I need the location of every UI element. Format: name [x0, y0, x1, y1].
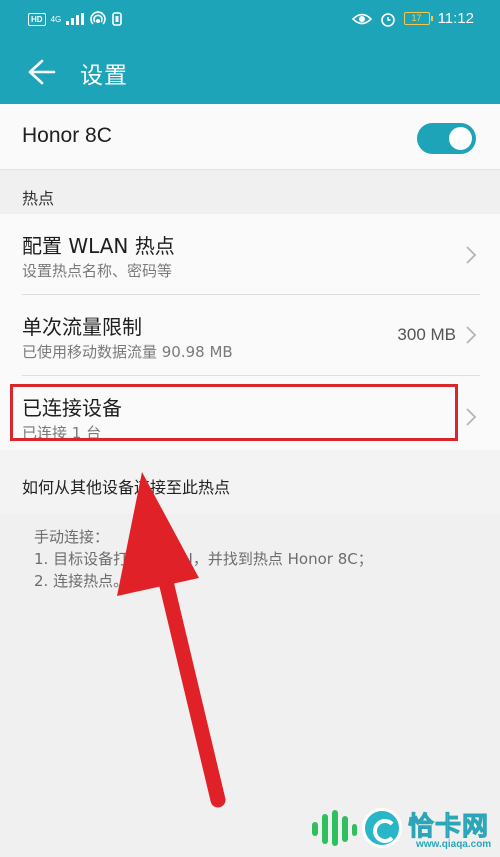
watermark-url: www.qiaqa.com: [416, 839, 492, 850]
section-header-label: 如何从其他设备连接至此热点: [22, 478, 231, 497]
chevron-right-icon: [466, 246, 477, 264]
battery-level: 17: [411, 13, 422, 23]
instruction-line: 1. 目标设备打开 WLAN，并找到热点 Honor 8C；: [34, 550, 373, 568]
status-time: 11:12: [437, 10, 474, 27]
connection-instructions: 手动连接： 1. 目标设备打开 WLAN，并找到热点 Honor 8C； 2. …: [34, 526, 373, 592]
list-item-configure-wlan-hotspot[interactable]: 配置 WLAN 热点 设置热点名称、密码等: [0, 214, 500, 294]
status-bar: HD 4G 17 11:12: [0, 0, 500, 40]
hotspot-name: Honor 8C: [22, 124, 112, 147]
item-title: 单次流量限制: [22, 315, 142, 339]
alarm-icon: [380, 12, 395, 27]
list-item-data-limit[interactable]: 单次流量限制 已使用移动数据流量 90.98 MB 300 MB: [0, 295, 500, 375]
instruction-line: 手动连接：: [34, 528, 110, 546]
watermark-bars-icon: [312, 810, 357, 846]
hotspot-switch[interactable]: [417, 123, 476, 154]
watermark-logo: 恰卡网 www.qiaqa.com: [302, 800, 500, 857]
sim-icon: [112, 12, 123, 26]
section-header-label: 热点: [22, 189, 55, 208]
watermark-brand: 恰卡网: [407, 812, 490, 843]
back-button[interactable]: [16, 52, 60, 92]
eye-comfort-icon: [351, 13, 372, 24]
item-title: 配置 WLAN 热点: [22, 234, 175, 258]
network-type: 4G: [50, 14, 62, 24]
hotspot-toggle-row[interactable]: Honor 8C: [0, 104, 500, 170]
section-header-how-to-connect: 如何从其他设备连接至此热点: [0, 450, 500, 514]
item-subtitle: 已使用移动数据流量 90.98 MB: [22, 343, 233, 361]
page-title: 设置: [80, 63, 128, 89]
battery-icon: 17: [403, 12, 433, 25]
item-subtitle: 设置热点名称、密码等: [22, 262, 173, 280]
app-bar: 设置: [0, 40, 500, 104]
instruction-line: 2. 连接热点。: [34, 572, 129, 590]
section-header-hotspot: 热点: [0, 170, 500, 214]
highlight-box: [10, 384, 458, 441]
back-arrow-icon: [28, 59, 56, 85]
watermark-circle-icon: [362, 808, 402, 848]
hd-badge: HD: [28, 12, 46, 26]
chevron-right-icon: [466, 326, 477, 344]
switch-knob: [449, 127, 472, 150]
hotspot-icon: [90, 11, 106, 25]
status-right-icons: 17 11:12: [351, 10, 474, 27]
item-value: 300 MB: [397, 325, 456, 344]
signal-icon: [66, 13, 85, 25]
status-left-icons: HD 4G: [28, 11, 123, 27]
chevron-right-icon: [466, 408, 477, 426]
